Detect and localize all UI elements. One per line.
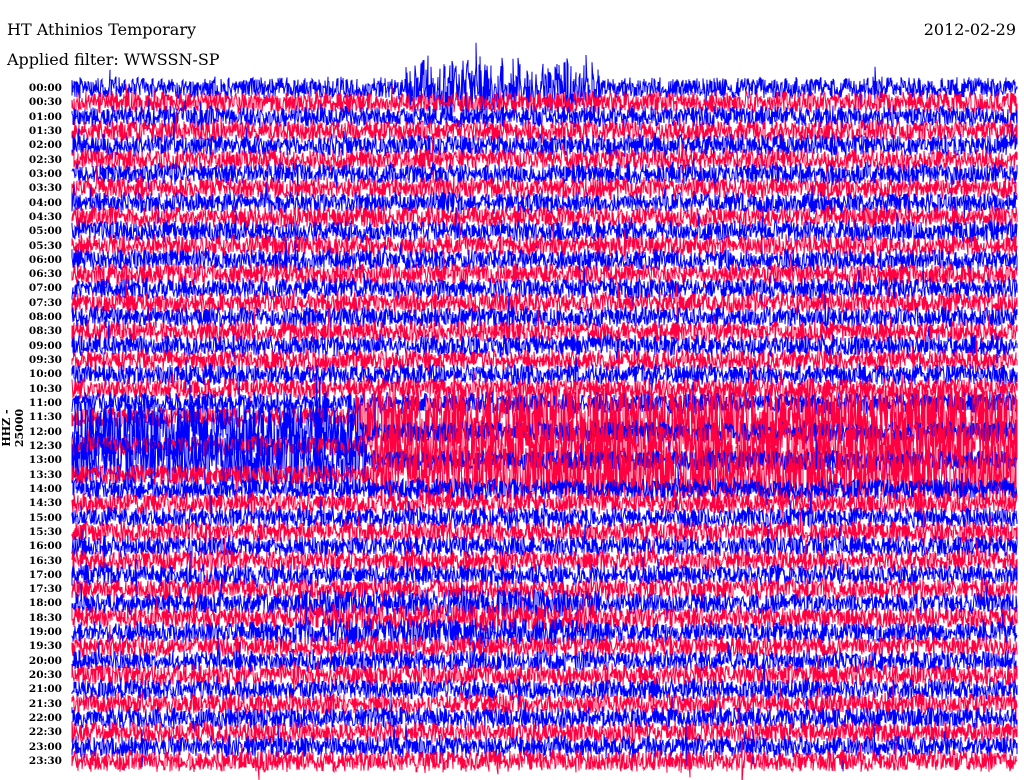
helicorder-plot: [71, 42, 1018, 780]
